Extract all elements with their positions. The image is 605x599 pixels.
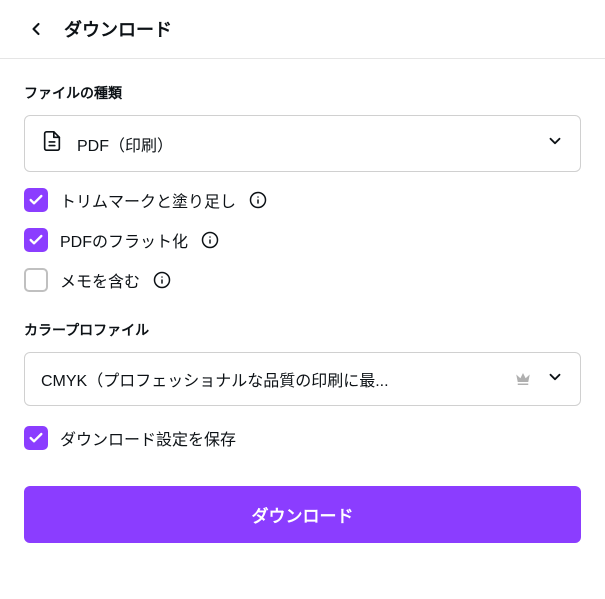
include-notes-row: メモを含む bbox=[24, 268, 581, 292]
flatten-pdf-row: PDFのフラット化 bbox=[24, 228, 581, 252]
include-notes-checkbox[interactable] bbox=[24, 268, 48, 292]
back-button[interactable] bbox=[24, 17, 48, 41]
save-settings-label: ダウンロード設定を保存 bbox=[60, 426, 236, 450]
info-icon bbox=[153, 271, 171, 289]
chevron-down-icon bbox=[546, 132, 564, 155]
check-icon bbox=[28, 232, 44, 248]
panel-content: ファイルの種類 PDF（印刷） トリムマークと塗り足し bbox=[0, 59, 605, 567]
file-type-select[interactable]: PDF（印刷） bbox=[24, 115, 581, 172]
chevron-left-icon bbox=[26, 19, 46, 39]
trim-marks-info[interactable] bbox=[248, 190, 268, 210]
check-icon bbox=[28, 192, 44, 208]
save-settings-checkbox[interactable] bbox=[24, 426, 48, 450]
file-icon bbox=[41, 130, 63, 157]
info-icon bbox=[201, 231, 219, 249]
color-profile-section: カラープロファイル CMYK（プロフェッショナルな品質の印刷に最... bbox=[24, 320, 581, 406]
color-profile-select[interactable]: CMYK（プロフェッショナルな品質の印刷に最... bbox=[24, 352, 581, 406]
crown-icon bbox=[514, 370, 532, 388]
color-profile-label: カラープロファイル bbox=[24, 320, 581, 340]
trim-marks-checkbox[interactable] bbox=[24, 188, 48, 212]
trim-marks-row: トリムマークと塗り足し bbox=[24, 188, 581, 212]
file-type-label: ファイルの種類 bbox=[24, 83, 581, 103]
chevron-down-icon bbox=[546, 368, 564, 391]
info-icon bbox=[249, 191, 267, 209]
check-icon bbox=[28, 430, 44, 446]
include-notes-label: メモを含む bbox=[60, 268, 140, 292]
panel-header: ダウンロード bbox=[0, 0, 605, 59]
color-profile-value: CMYK（プロフェッショナルな品質の印刷に最... bbox=[41, 367, 500, 391]
download-button[interactable]: ダウンロード bbox=[24, 486, 581, 543]
flatten-pdf-checkbox[interactable] bbox=[24, 228, 48, 252]
include-notes-info[interactable] bbox=[152, 270, 172, 290]
trim-marks-label: トリムマークと塗り足し bbox=[60, 188, 236, 212]
flatten-pdf-label: PDFのフラット化 bbox=[60, 228, 188, 252]
save-settings-row: ダウンロード設定を保存 bbox=[24, 426, 581, 450]
header-title: ダウンロード bbox=[64, 16, 172, 42]
flatten-pdf-info[interactable] bbox=[200, 230, 220, 250]
file-type-value: PDF（印刷） bbox=[77, 132, 532, 156]
